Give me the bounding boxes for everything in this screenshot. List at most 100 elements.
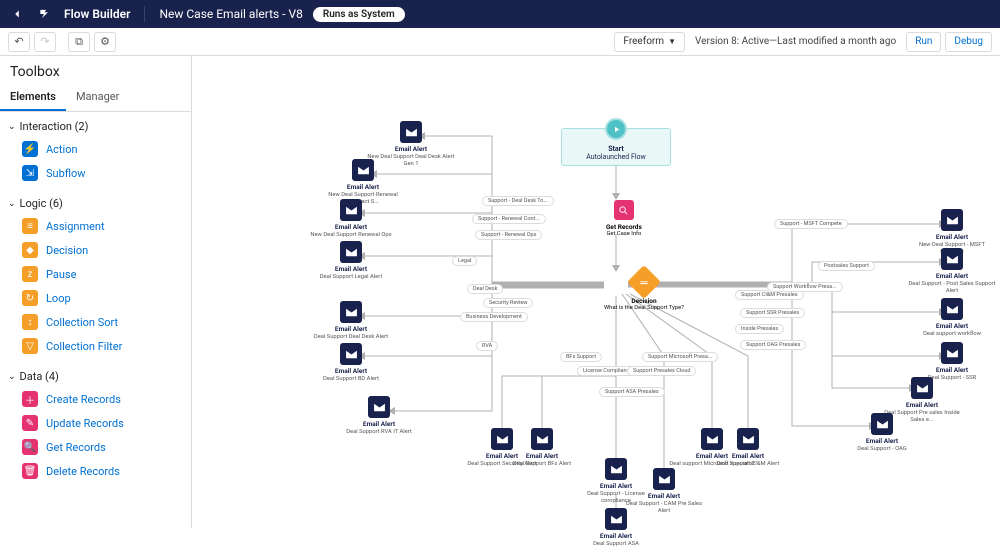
- email-icon: [941, 342, 963, 364]
- update-icon: ✎: [22, 415, 38, 431]
- redo-button[interactable]: ↷: [34, 32, 56, 52]
- get-records-icon: [614, 200, 634, 220]
- sidebar-item-create-records[interactable]: ＋Create Records: [0, 387, 191, 411]
- email-icon: [737, 428, 759, 450]
- email-icon: [340, 241, 362, 263]
- email-icon: [653, 468, 675, 490]
- email-node-4[interactable]: Email AlertDeal Support Legal Alert: [307, 241, 395, 281]
- email-node-18[interactable]: Email AlertDeal support workflow: [908, 298, 996, 338]
- flow-app-icon: [36, 5, 54, 23]
- sidebar-item-update-records[interactable]: ✎Update Records: [0, 411, 191, 435]
- edge-label: Support SSR Presales: [740, 308, 805, 318]
- email-icon: [340, 301, 362, 323]
- email-node-15[interactable]: Email AlertDeal Support - OAG: [838, 413, 926, 453]
- back-button[interactable]: [8, 5, 26, 23]
- loop-icon: ↻: [22, 290, 38, 306]
- get-icon: 🔍: [22, 439, 38, 455]
- assignment-icon: ≡: [22, 218, 38, 234]
- edge-label: Inside Presales: [735, 324, 784, 334]
- layout-mode-label: Freeform: [623, 36, 664, 47]
- edge-label: RVA: [476, 341, 498, 351]
- email-icon: [531, 428, 553, 450]
- sidebar-item-collection-filter[interactable]: ▽Collection Filter: [0, 334, 191, 358]
- edge-label: Support - Deal Desk To...: [482, 196, 554, 206]
- settings-button[interactable]: ⚙: [94, 32, 116, 52]
- edge-label: Support Presales Cloud: [627, 366, 696, 376]
- version-text: Version 8: Active—Last modified a month …: [695, 36, 896, 47]
- sidebar-item-assignment[interactable]: ≡Assignment: [0, 214, 191, 238]
- header-divider: [144, 6, 145, 22]
- tab-elements[interactable]: Elements: [0, 84, 66, 111]
- action-icon: ⚡: [22, 141, 38, 157]
- email-icon: [400, 121, 422, 143]
- sidebar: Toolbox Elements Manager ⌄Interaction (2…: [0, 56, 192, 528]
- email-icon: [941, 298, 963, 320]
- undo-button[interactable]: ↶: [8, 32, 30, 52]
- sidebar-item-action[interactable]: ⚡Action: [0, 137, 191, 161]
- debug-button[interactable]: Debug: [945, 32, 992, 52]
- edge-label: BFs Support: [560, 352, 602, 362]
- edge-label: Support - Renewal Cont...: [472, 214, 546, 224]
- sidebar-title: Toolbox: [0, 56, 191, 84]
- get-records-node[interactable]: Get Records Get Case Info: [606, 200, 642, 237]
- sidebar-item-get-records[interactable]: 🔍Get Records: [0, 435, 191, 459]
- edge-label: Legal: [452, 256, 477, 266]
- edge-label: Postsales Support: [818, 261, 875, 271]
- run-button[interactable]: Run: [906, 32, 941, 52]
- flow-canvas[interactable]: Start Autolaunched Flow Get Records Get …: [192, 56, 1000, 528]
- decision-icon: ◆: [22, 242, 38, 258]
- email-icon: [368, 396, 390, 418]
- email-icon: [352, 159, 374, 181]
- decision-sub: What is the Deal Support Type?: [604, 305, 684, 311]
- start-sub: Autolaunched Flow: [586, 153, 646, 161]
- sidebar-item-delete-records[interactable]: 🗑Delete Records: [0, 459, 191, 483]
- group-logic[interactable]: ⌄Logic (6): [0, 193, 191, 214]
- tab-manager[interactable]: Manager: [66, 84, 129, 111]
- decision-icon: [627, 265, 661, 299]
- email-node-7[interactable]: Email AlertDeal Support RVA IT Alert: [335, 396, 423, 436]
- email-node-14[interactable]: Email AlertDeal Support CI&M Alert: [704, 428, 792, 468]
- sidebar-tabs: Elements Manager: [0, 84, 191, 112]
- decision-node[interactable]: Decision What is the Deal Support Type?: [604, 270, 684, 311]
- filter-icon: ▽: [22, 338, 38, 354]
- copy-button[interactable]: ⧉: [68, 32, 90, 52]
- delete-icon: 🗑: [22, 463, 38, 479]
- group-interaction[interactable]: ⌄Interaction (2): [0, 116, 191, 137]
- start-node[interactable]: Start Autolaunched Flow: [561, 118, 671, 166]
- edge-label: Deal Desk: [467, 284, 503, 294]
- edge-label: Support - MSFT Compete: [774, 219, 848, 229]
- email-icon: [340, 343, 362, 365]
- app-header: Flow Builder New Case Email alerts - V8 …: [0, 0, 1000, 28]
- flow-name: New Case Email alerts - V8: [159, 7, 302, 21]
- edge-label: Support ASA Presales: [599, 387, 665, 397]
- edge-label: Support - Renewal Ops: [475, 230, 542, 240]
- edge-label: Business Development: [460, 312, 528, 322]
- edge-label: Support Microsoft Presa...: [642, 352, 718, 362]
- email-node-12[interactable]: Email AlertDeal Support - CAM Pre Sales …: [620, 468, 708, 515]
- toolbar: ↶ ↷ ⧉ ⚙ Freeform ▼ Version 8: Active—Las…: [0, 28, 1000, 56]
- run-as-pill: Runs as System: [313, 7, 405, 22]
- email-node-3[interactable]: Email AlertNew Deal Support Renewal Ops: [307, 199, 395, 239]
- email-icon: [871, 413, 893, 435]
- sidebar-item-decision[interactable]: ◆Decision: [0, 238, 191, 262]
- layout-mode-select[interactable]: Freeform ▼: [614, 32, 685, 52]
- email-icon: [911, 377, 933, 399]
- subflow-icon: ⇲: [22, 165, 38, 181]
- play-icon: [605, 118, 627, 140]
- email-node-19[interactable]: Email AlertDeal Support - Post Sales Sup…: [908, 248, 996, 295]
- chevron-down-icon: ▼: [668, 37, 676, 46]
- sidebar-item-collection-sort[interactable]: ↕Collection Sort: [0, 310, 191, 334]
- sidebar-item-subflow[interactable]: ⇲Subflow: [0, 161, 191, 185]
- email-node-6[interactable]: Email AlertDeal Support BD Alert: [307, 343, 395, 383]
- group-data[interactable]: ⌄Data (4): [0, 366, 191, 387]
- sort-icon: ↕: [22, 314, 38, 330]
- edge-label: Support OAG Presales: [740, 340, 806, 350]
- email-icon: [941, 209, 963, 231]
- email-icon: [941, 248, 963, 270]
- email-node-5[interactable]: Email AlertDeal Support Deal Desk Alert: [307, 301, 395, 341]
- start-title: Start: [608, 145, 624, 153]
- get-records-title: Get Records: [606, 223, 642, 231]
- sidebar-item-pause[interactable]: zPause: [0, 262, 191, 286]
- pause-icon: z: [22, 266, 38, 282]
- sidebar-item-loop[interactable]: ↻Loop: [0, 286, 191, 310]
